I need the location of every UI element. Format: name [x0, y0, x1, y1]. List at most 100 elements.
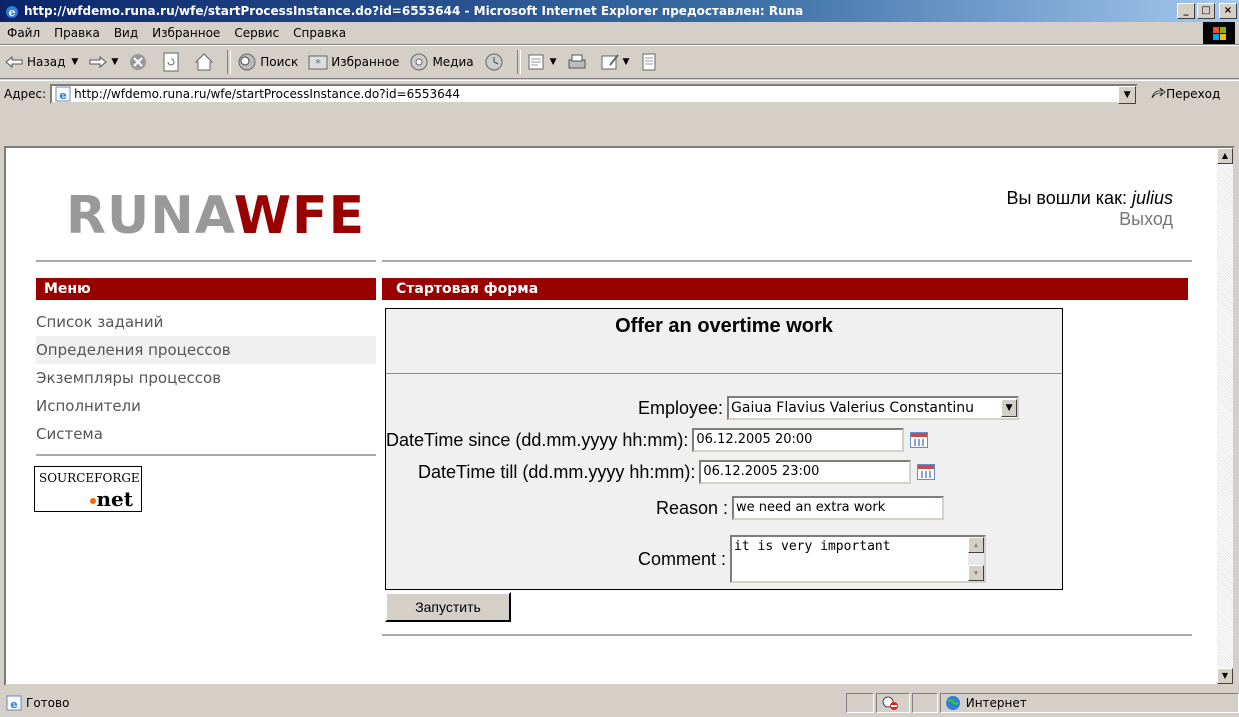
refresh-icon: [161, 52, 181, 72]
go-button[interactable]: Переход: [1150, 86, 1220, 102]
user-info: Вы вошли как: julius Выход: [1006, 188, 1173, 230]
svg-text:e: e: [10, 698, 17, 711]
reason-input[interactable]: we need an extra work: [732, 496, 945, 520]
svg-text:e: e: [59, 89, 66, 102]
page-scrollbar[interactable]: ▲ ▼: [1217, 148, 1233, 684]
divider: [382, 634, 1192, 636]
side-menu: Список заданий Определения процессов Экз…: [36, 308, 376, 448]
status-text-area: e Готово: [0, 695, 844, 711]
till-input[interactable]: 06.12.2005 23:00: [699, 460, 912, 484]
employee-select[interactable]: Gaiua Flavius Valerius Constantinu ▼: [727, 396, 1020, 420]
textarea-scrollbar[interactable]: ▲ ▼: [968, 537, 985, 581]
since-label: DateTime since (dd.mm.yyyy hh:mm):: [386, 429, 689, 450]
menu-bar: Файл Правка Вид Избранное Сервис Справка: [0, 22, 1239, 45]
svg-text:e: e: [9, 6, 16, 19]
forward-dropdown-icon[interactable]: ▼: [111, 57, 118, 67]
toolbar-separator-2: [516, 50, 521, 74]
menu-header: Меню: [36, 278, 376, 300]
discuss-icon: [639, 52, 659, 72]
edit-button[interactable]: ▼: [600, 52, 630, 72]
mail-dropdown-icon[interactable]: ▼: [550, 57, 557, 67]
address-label: Адрес:: [4, 86, 47, 101]
comment-textarea[interactable]: it is very important ▲ ▼: [730, 535, 987, 583]
menu-item-process-instances[interactable]: Экземпляры процессов: [36, 364, 376, 392]
go-arrow-icon: [1151, 87, 1166, 98]
status-zone: Интернет: [939, 692, 1239, 713]
minimize-button[interactable]: _: [1177, 3, 1195, 19]
user-prefix: Вы вошли как:: [1006, 188, 1127, 208]
favorites-icon: *: [308, 52, 328, 72]
since-input[interactable]: 06.12.2005 20:00: [692, 428, 905, 452]
ie-page-icon: e: [6, 695, 22, 711]
sourceforge-logo[interactable]: SOURCEFORGE net: [34, 466, 142, 512]
comment-value: it is very important: [734, 539, 891, 554]
close-button[interactable]: ×: [1219, 3, 1237, 19]
address-input[interactable]: e http://wfdemo.runa.ru/wfe/startProcess…: [50, 83, 1139, 104]
start-form: Offer an overtime work Employee: Gaiua F…: [385, 308, 1063, 590]
calendar-icon[interactable]: [917, 464, 936, 480]
scroll-up-icon[interactable]: ▲: [1217, 148, 1233, 164]
favorites-button[interactable]: * Избранное: [308, 52, 399, 72]
employee-label: Employee:: [638, 397, 724, 418]
print-icon: [567, 52, 587, 72]
scroll-down-icon[interactable]: ▼: [1217, 668, 1233, 684]
refresh-button[interactable]: [161, 52, 184, 72]
maximize-button[interactable]: □: [1197, 3, 1215, 19]
start-button[interactable]: Запустить: [385, 592, 511, 622]
window-title: http://wfdemo.runa.ru/wfe/startProcessIn…: [24, 4, 804, 18]
toolbar-separator: [227, 50, 232, 74]
back-dropdown-icon[interactable]: ▼: [71, 57, 78, 67]
scroll-down-icon[interactable]: ▼: [968, 565, 985, 581]
menu-file[interactable]: Файл: [0, 26, 47, 40]
mail-button[interactable]: ▼: [527, 52, 557, 72]
status-bar: e Готово Интернет: [0, 688, 1239, 717]
search-icon: [237, 52, 257, 72]
chevron-down-icon[interactable]: ▼: [1001, 399, 1018, 417]
runawfe-logo: RUNAWFE: [66, 186, 365, 246]
favorites-label: Избранное: [331, 55, 400, 69]
stop-icon: [128, 52, 148, 72]
discuss-button[interactable]: [639, 52, 662, 72]
home-icon: [194, 52, 214, 72]
menu-item-system[interactable]: Система: [36, 420, 376, 448]
calendar-icon[interactable]: [910, 432, 929, 448]
home-button[interactable]: [194, 52, 217, 72]
menu-tools[interactable]: Сервис: [227, 26, 286, 40]
menu-item-task-list[interactable]: Список заданий: [36, 308, 376, 336]
form-title: Offer an overtime work: [615, 315, 833, 337]
stop-button[interactable]: [128, 52, 151, 72]
back-button[interactable]: Назад ▼: [4, 52, 78, 72]
forward-button[interactable]: ▼: [88, 52, 118, 72]
menu-item-process-definitions[interactable]: Определения процессов: [36, 336, 376, 364]
menu-favorites[interactable]: Избранное: [145, 26, 227, 40]
print-button[interactable]: [567, 52, 590, 72]
windows-logo-icon: [1203, 22, 1235, 44]
search-button[interactable]: Поиск: [237, 52, 298, 72]
status-cell-blocked: [875, 692, 910, 713]
edit-dropdown-icon[interactable]: ▼: [623, 57, 630, 67]
back-label: Назад: [27, 55, 66, 69]
form-header: Стартовая форма: [382, 278, 1188, 300]
logout-link[interactable]: Выход: [1006, 209, 1173, 230]
edit-icon: [600, 52, 620, 72]
form-divider: [386, 373, 1062, 374]
address-dropdown-icon[interactable]: ▼: [1118, 85, 1137, 104]
sourceforge-dot-icon: [90, 498, 96, 504]
globe-icon: [945, 695, 960, 710]
status-cell: [845, 692, 874, 713]
menu-edit[interactable]: Правка: [47, 26, 107, 40]
media-button[interactable]: Медиа: [409, 52, 474, 72]
reason-row: Reason : we need an extra work: [656, 495, 945, 521]
menu-item-executors[interactable]: Исполнители: [36, 392, 376, 420]
go-label: Переход: [1166, 86, 1221, 101]
status-cell: [911, 692, 938, 713]
menu-help[interactable]: Справка: [286, 26, 353, 40]
menu-view[interactable]: Вид: [107, 26, 145, 40]
comment-label: Comment :: [638, 549, 727, 569]
scroll-up-icon[interactable]: ▲: [968, 537, 985, 553]
address-bar: Адрес: e http://wfdemo.runa.ru/wfe/start…: [0, 80, 1239, 106]
divider: [36, 260, 376, 262]
reason-label: Reason :: [656, 497, 729, 518]
employee-value: Gaiua Flavius Valerius Constantinu: [731, 400, 974, 416]
history-button[interactable]: [484, 52, 507, 72]
